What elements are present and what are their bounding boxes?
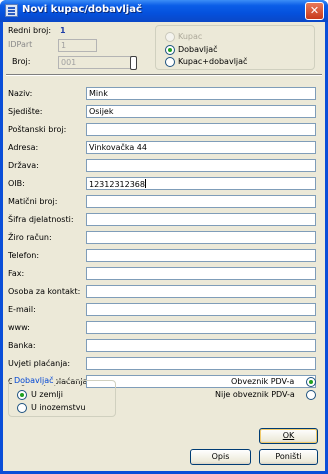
- u-zemlji-radio[interactable]: [17, 390, 27, 400]
- osoba-za-kontakt-input[interactable]: [86, 285, 316, 298]
- fax-label: Fax:: [8, 269, 25, 278]
- sjediste-value: Osijek: [89, 107, 114, 116]
- kupac-dobavljac-label: Kupac+dobavljač: [178, 57, 248, 66]
- kupac-dobavljac-radio[interactable]: [165, 57, 175, 67]
- obveznik-pdv-radio[interactable]: [306, 377, 316, 387]
- uvjeti-placanja-input[interactable]: [86, 357, 316, 370]
- email-label: E-mail:: [8, 305, 36, 314]
- supplier-group-title: Dobavljač: [12, 376, 56, 385]
- nije-obveznik-pdv-label: Nije obveznik PDV-a: [215, 390, 295, 399]
- naziv-input[interactable]: Mink: [86, 87, 316, 100]
- idpart-field: 1: [58, 39, 97, 52]
- maticni-broj-input[interactable]: [86, 195, 316, 208]
- u-zemlji-label: U zemlji: [31, 390, 63, 399]
- redni-broj-label: Redni broj:: [8, 26, 52, 35]
- kupac-label: Kupac: [178, 32, 203, 41]
- oib-input[interactable]: 12312312368: [86, 177, 316, 190]
- ziro-racun-label: Žiro račun:: [8, 233, 52, 242]
- broj-field[interactable]: 001: [58, 56, 136, 69]
- oib-label: OIB:: [8, 179, 25, 188]
- oib-value: 12312312368: [89, 180, 145, 189]
- uvjeti-placanja-label: Uvjeti plaćanja:: [8, 359, 71, 368]
- ziro-racun-input[interactable]: [86, 231, 316, 244]
- sifra-djelatnosti-input[interactable]: [86, 213, 316, 226]
- telefon-input[interactable]: [86, 249, 316, 262]
- header-separator: [6, 74, 322, 76]
- www-input[interactable]: [86, 321, 316, 334]
- title-bar[interactable]: Novi kupac/dobavljač ✕: [0, 0, 328, 22]
- u-inozemstvu-label: U inozemstvu: [31, 403, 86, 412]
- sjediste-label: Sjedište:: [8, 107, 43, 116]
- redni-broj-value: 1: [60, 26, 66, 35]
- maticni-broj-label: Matični broj:: [8, 197, 58, 206]
- obveznik-pdv-label: Obveznik PDV-a: [231, 377, 295, 386]
- naziv-value: Mink: [89, 89, 108, 98]
- app-form-icon: [5, 4, 18, 17]
- banka-label: Banka:: [8, 341, 36, 350]
- text-caret: [145, 179, 146, 188]
- broj-value: 001: [61, 58, 77, 67]
- fax-input[interactable]: [86, 267, 316, 280]
- postanski-broj-label: Poštanski broj:: [8, 125, 67, 134]
- dialog-body: Redni broj: 1 IDPart 1 Broj: 001 Kupac D…: [3, 22, 325, 471]
- dialog-window: Novi kupac/dobavljač ✕ Redni broj: 1 IDP…: [0, 0, 328, 474]
- banka-input[interactable]: [86, 339, 316, 352]
- dobavljac-radio[interactable]: [165, 45, 175, 55]
- idpart-value: 1: [61, 41, 67, 50]
- ponisti-button[interactable]: Poništi: [259, 449, 318, 465]
- email-input[interactable]: [86, 303, 316, 316]
- postanski-broj-input[interactable]: [86, 123, 316, 136]
- ok-button[interactable]: OK: [259, 428, 318, 444]
- ok-button-label: OK: [282, 431, 295, 440]
- opis-button-label: Opis: [211, 452, 230, 461]
- sifra-djelatnosti-label: Šifra djelatnosti:: [8, 215, 74, 224]
- adresa-value: Vinkovačka 44: [89, 143, 147, 152]
- u-inozemstvu-radio[interactable]: [17, 403, 27, 413]
- ponisti-button-label: Poništi: [275, 452, 302, 461]
- dobavljac-label: Dobavljač: [178, 45, 218, 54]
- opis-button[interactable]: Opis: [190, 449, 251, 465]
- close-button[interactable]: ✕: [305, 2, 324, 20]
- broj-label: Broj:: [12, 57, 31, 66]
- kupac-radio[interactable]: [165, 32, 175, 42]
- www-label: www:: [8, 323, 30, 332]
- drzava-label: Država:: [8, 161, 39, 170]
- idpart-label: IDPart: [8, 40, 33, 49]
- nije-obveznik-pdv-radio[interactable]: [306, 390, 316, 400]
- adresa-input[interactable]: Vinkovačka 44: [86, 141, 316, 154]
- osoba-za-kontakt-label: Osoba za kontakt:: [8, 287, 81, 296]
- close-icon: ✕: [309, 4, 320, 17]
- adresa-label: Adresa:: [8, 143, 39, 152]
- broj-slider-handle[interactable]: [130, 56, 137, 70]
- drzava-input[interactable]: [86, 159, 316, 172]
- sjediste-input[interactable]: Osijek: [86, 105, 316, 118]
- telefon-label: Telefon:: [8, 251, 40, 260]
- naziv-label: Naziv:: [8, 89, 33, 98]
- window-title: Novi kupac/dobavljač: [22, 4, 142, 15]
